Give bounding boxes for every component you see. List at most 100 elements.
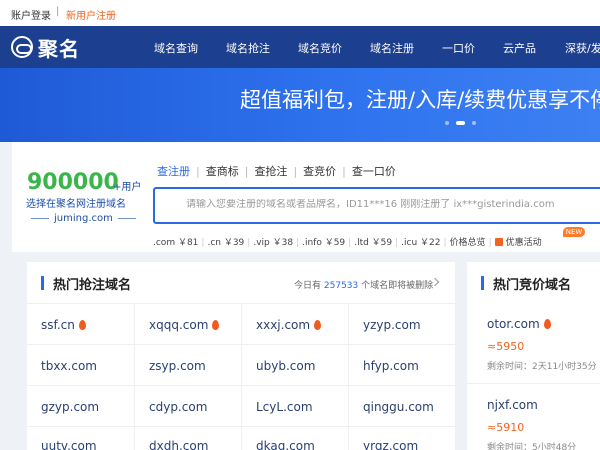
nav-item-domain-register[interactable]: 域名注册 [370,40,414,56]
price-vip[interactable]: .vip ￥38 [253,238,293,248]
carousel-dot[interactable] [472,121,476,125]
divider [117,217,136,219]
domain-cell[interactable]: dxdh.com [149,439,208,450]
price-separator: | [348,238,352,248]
domain-name: gzyp.com [41,400,100,414]
fire-icon [314,320,322,330]
price-list: .com ￥81 | .cn ￥39 | .vip ￥38 | .info ￥59 | .ltd… [153,235,542,248]
price-separator: | [443,238,447,248]
offers-link[interactable]: 优惠活动 [506,238,542,248]
domain-cell[interactable]: uutv.com [41,439,97,450]
price-com[interactable]: .com ￥81 [153,238,198,248]
logo[interactable]: 聚名 [11,35,80,61]
price-separator: | [296,238,300,248]
main-nav: 聚名 域名查询 域名抢注 域名竞价 域名注册 一口价 云产品 深获/发 [0,26,600,68]
bid-domain[interactable]: njxf.com [487,398,538,412]
nav-item-more[interactable]: 深获/发 [565,40,600,56]
domain-name: yrqz.com [363,439,419,450]
fire-icon [78,320,86,330]
domain-cell[interactable]: gzyp.com [41,400,99,414]
domain-cell[interactable]: ssf.cn [41,318,86,332]
hot-snap-title: 热门抢注域名 [53,278,132,293]
carousel-dot-active[interactable] [456,121,465,125]
grid-line [348,303,349,450]
nav-item-fixed-price[interactable]: 一口价 [442,40,475,56]
login-link[interactable]: 账户登录 [11,7,51,22]
promo-site-text: juming.com [54,213,113,224]
delete-count-note: 今日有 257533 个域名即将被删除 [294,278,433,291]
domain-cell[interactable]: tbxx.com [41,359,97,373]
tab-separator: | [342,165,346,178]
tab-check-fixed-price[interactable]: 查一口价 [352,163,396,179]
divider [31,217,49,219]
domain-cell[interactable]: dkaq.com [256,439,315,450]
price-icu[interactable]: .icu ￥22 [401,238,440,248]
logo-icon [11,36,33,58]
price-separator: | [247,238,251,248]
user-count-suffix: +用户 [113,182,142,193]
price-separator: | [488,238,492,248]
search-box [153,187,600,224]
price-ltd[interactable]: .ltd ￥59 [354,238,392,248]
promo-banner[interactable]: 超值福利包，注册/入库/续费优惠享不停 [0,68,600,142]
search-input[interactable] [186,199,600,210]
delete-count: 257533 [323,281,359,291]
domain-name: dxdh.com [149,439,209,450]
grid-line [134,303,135,450]
carousel-dot[interactable] [445,121,449,125]
fire-icon [543,319,551,329]
note-prefix: 今日有 [294,281,322,291]
domain-cell[interactable]: zsyp.com [149,359,206,373]
hot-bid-panel: 热门竞价域名 otor.com ≈5950 剩余时间：2天11小时35分 njx… [467,262,600,450]
domain-cell[interactable]: qinggu.com [363,400,434,414]
domain-name: LcyL.com [256,400,313,414]
domain-name: ubyb.com [256,359,316,373]
tab-separator: | [244,165,249,178]
price-separator: | [395,238,399,248]
nav-item-domain-search[interactable]: 域名查询 [154,40,198,56]
note-suffix: 个域名即将被删除 [361,281,434,291]
banner-text: 超值福利包，注册/入库/续费优惠享不停 [240,88,600,112]
domain-name: dkaq.com [256,439,315,450]
domain-cell[interactable]: ubyb.com [256,359,315,373]
domain-cell[interactable]: hfyp.com [363,359,419,373]
price-cn[interactable]: .cn ￥39 [207,238,244,248]
tab-check-register[interactable]: 查注册 [157,163,190,179]
domain-cell[interactable]: cdyp.com [149,400,207,414]
title-accent-bar [481,276,484,290]
domain-cell[interactable]: xxxj.com [256,318,322,332]
top-bar: 账户登录 | 新用户注册 [0,0,600,26]
fire-icon [212,320,220,330]
domain-cell[interactable]: LcyL.com [256,400,313,414]
tab-check-trademark[interactable]: 查商标 [206,163,239,179]
hot-bid-title: 热门竞价域名 [493,278,572,293]
domain-name: qinggu.com [363,400,434,414]
search-tabs: 查注册 | 查商标 | 查抢注 | 查竞价 | 查一口价 [157,163,396,179]
topbar-separator: | [56,6,60,17]
domain-name: xqqq.com [149,318,209,332]
domain-name: cdyp.com [149,400,208,414]
promo-description: 选择在聚名网注册域名 [26,199,126,210]
domain-cell[interactable]: yzyp.com [363,318,421,332]
user-count: 900000 [27,170,119,195]
tab-check-bid[interactable]: 查竞价 [303,163,336,179]
nav-item-domain-snap[interactable]: 域名抢注 [226,40,270,56]
bid-price: ≈5950 [487,340,525,353]
search-panel: 900000 +用户 选择在聚名网注册域名 juming.com 查注册 | 查商标… [12,142,600,252]
domain-cell[interactable]: xqqq.com [149,318,220,332]
logo-text: 聚名 [38,36,80,61]
grid-line [241,303,242,450]
register-link[interactable]: 新用户注册 [66,7,116,22]
nav-item-domain-bid[interactable]: 域名竞价 [298,40,342,56]
price-info[interactable]: .info ￥59 [302,238,345,248]
nav-item-cloud[interactable]: 云产品 [503,40,536,56]
domain-name: yzyp.com [363,318,421,332]
bid-domain[interactable]: otor.com [487,317,551,331]
tab-separator: | [196,165,200,178]
price-overview-link[interactable]: 价格总览 [450,238,486,248]
bid-domain-name: otor.com [487,317,540,331]
price-separator: | [201,238,205,248]
domain-cell[interactable]: yrqz.com [363,439,418,450]
gift-icon [494,238,503,246]
tab-check-snap[interactable]: 查抢注 [254,163,287,179]
